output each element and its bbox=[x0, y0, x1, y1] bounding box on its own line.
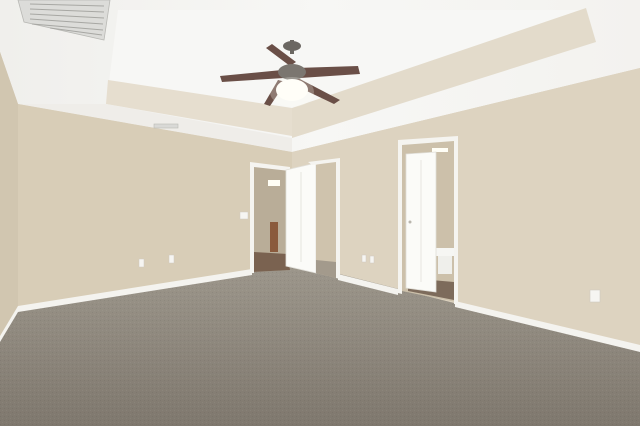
light-globe-icon bbox=[270, 77, 314, 107]
outlet-icon bbox=[369, 255, 375, 264]
outlet-icon bbox=[138, 258, 145, 268]
bedroom-scene bbox=[0, 0, 640, 426]
air-vent-icon bbox=[153, 123, 179, 129]
doorway-hall-floor bbox=[252, 252, 290, 272]
outlet-icon bbox=[361, 254, 367, 263]
outlet-icon bbox=[589, 289, 601, 303]
door-handle[interactable] bbox=[408, 220, 412, 224]
hall-light bbox=[268, 180, 280, 186]
outlet-icon bbox=[168, 254, 175, 264]
bathroom-light bbox=[432, 148, 448, 152]
hall-cabinet bbox=[270, 222, 278, 252]
light-switch-icon[interactable] bbox=[239, 211, 249, 220]
toilet-icon bbox=[436, 248, 454, 274]
